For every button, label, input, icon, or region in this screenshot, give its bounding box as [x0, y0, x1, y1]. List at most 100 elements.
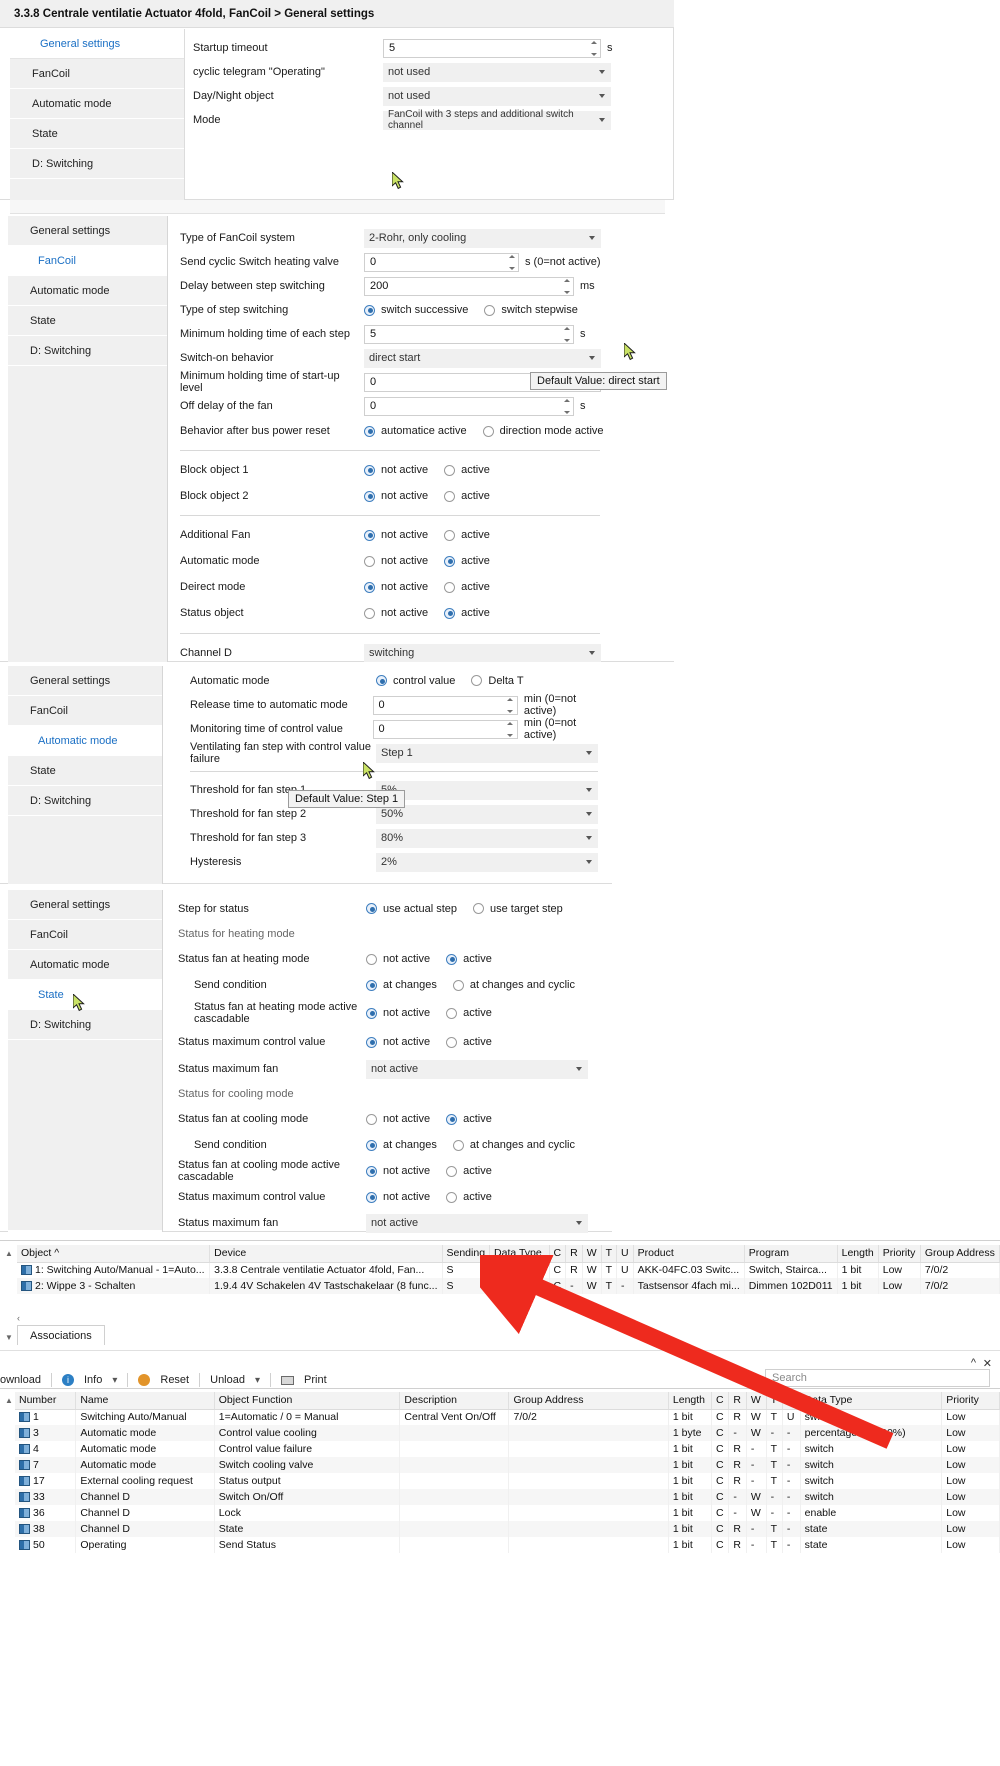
table-row[interactable]: 33 Channel D Switch On/Off 1 bit C - W -… [15, 1489, 1000, 1505]
radio-switch-successive[interactable] [364, 305, 375, 316]
radio-status-object-active[interactable] [444, 608, 455, 619]
tab-associations[interactable]: Associations [17, 1325, 105, 1345]
sidebar-item-state[interactable]: State [10, 119, 184, 149]
sidebar-item-state[interactable]: State [8, 306, 167, 336]
sidebar-item-general-settings[interactable]: General settings [10, 29, 184, 59]
radio-delta-t[interactable] [471, 675, 482, 686]
sidebar-item-general-settings[interactable]: General settings [8, 666, 162, 696]
radio-use-target-step[interactable] [473, 903, 484, 914]
combo-ventilating-fan-step-failure[interactable]: Step 1 [376, 744, 598, 763]
sidebar-item-fancoil[interactable]: FanCoil [10, 59, 184, 89]
spinner-arrows-icon[interactable] [589, 41, 598, 56]
obj-col-object-function[interactable]: Object Function [214, 1392, 400, 1409]
radio-at-changes[interactable] [366, 980, 377, 991]
radio-switch-stepwise[interactable] [484, 305, 495, 316]
sidebar-item-general-settings[interactable]: General settings [8, 890, 162, 920]
radio-additional-fan-not-active[interactable] [364, 530, 375, 541]
radio-smcvc-not-active[interactable] [366, 1192, 377, 1203]
radio-block1-active[interactable] [444, 465, 455, 476]
radio-use-actual-step[interactable] [366, 903, 377, 914]
sidebar-item-automatic-mode[interactable]: Automatic mode [8, 276, 167, 306]
radio-sfcmc-not-active[interactable] [366, 1166, 377, 1177]
assoc-scroll-up-button[interactable]: ▲ [3, 1245, 15, 1261]
spinner-arrows-icon[interactable] [506, 698, 515, 713]
sidebar-item-fancoil[interactable]: FanCoil [8, 246, 167, 276]
combo-threshold-fan-step-2[interactable]: 50% [376, 805, 598, 824]
obj-col-number[interactable]: Number [15, 1392, 76, 1409]
sidebar-item-general-settings[interactable]: General settings [8, 216, 167, 246]
radio-block2-active[interactable] [444, 491, 455, 502]
combo-status-maximum-fan-heating[interactable]: not active [366, 1060, 588, 1079]
radio-deirect-mode-active[interactable] [444, 582, 455, 593]
sidebar-item-d-switching[interactable]: D: Switching [8, 1010, 162, 1040]
assoc-hscroll-left-icon[interactable]: ‹ [17, 1313, 20, 1323]
combo-threshold-fan-step-3[interactable]: 80% [376, 829, 598, 848]
radio-sfhmc-not-active[interactable] [366, 1008, 377, 1019]
sidebar-item-state[interactable]: State [8, 756, 162, 786]
radio-automatic-mode-active[interactable] [444, 556, 455, 567]
radio-block2-not-active[interactable] [364, 491, 375, 502]
radio-block1-not-active[interactable] [364, 465, 375, 476]
combo-threshold-fan-step-1[interactable]: 5% [376, 781, 598, 800]
combo-cyclic-telegram[interactable]: not used [383, 63, 611, 82]
input-startup-timeout[interactable]: 5 [383, 39, 601, 58]
radio-direction-mode-active[interactable] [483, 426, 494, 437]
combo-day-night-object[interactable]: not used [383, 87, 611, 106]
sidebar-item-fancoil[interactable]: FanCoil [8, 696, 162, 726]
radio-deirect-mode-not-active[interactable] [364, 582, 375, 593]
radio-sfhm-not-active[interactable] [366, 954, 377, 965]
assoc-col-group-address[interactable]: Group Address [920, 1245, 999, 1262]
sidebar-item-d-switching[interactable]: D: Switching [8, 786, 162, 816]
spinner-arrows-icon[interactable] [506, 722, 515, 737]
radio-automatic-mode-not-active[interactable] [364, 556, 375, 567]
radio-at-changes-and-cyclic[interactable] [453, 980, 464, 991]
radio-sfcm-not-active[interactable] [366, 1114, 377, 1125]
input-monitoring-time-of-control-value[interactable]: 0 [373, 720, 518, 739]
radio-sfcmc-active[interactable] [446, 1166, 457, 1177]
sidebar-item-automatic-mode[interactable]: Automatic mode [10, 89, 184, 119]
obj-col-priority[interactable]: Priority [942, 1392, 1000, 1409]
spinner-arrows-icon[interactable] [507, 255, 516, 270]
radio-smcvh-not-active[interactable] [366, 1037, 377, 1048]
radio-status-object-not-active[interactable] [364, 608, 375, 619]
reset-button[interactable]: Reset [160, 1374, 189, 1386]
sidebar-item-automatic-mode[interactable]: Automatic mode [8, 726, 162, 756]
radio-sfhm-active[interactable] [446, 954, 457, 965]
combo-status-maximum-fan-cooling[interactable]: not active [366, 1214, 588, 1233]
spinner-arrows-icon[interactable] [562, 279, 571, 294]
table-row[interactable]: 50 Operating Send Status 1 bit C R - T -… [15, 1537, 1000, 1553]
combo-channel-d[interactable]: switching [364, 644, 601, 663]
assoc-col-device[interactable]: Device [210, 1245, 442, 1262]
table-row[interactable]: 36 Channel D Lock 1 bit C - W - - enable… [15, 1505, 1000, 1521]
combo-type-of-fancoil-system[interactable]: 2-Rohr, only cooling [364, 229, 601, 248]
radio-cooling-at-changes[interactable] [366, 1140, 377, 1151]
sidebar-item-fancoil[interactable]: FanCoil [8, 920, 162, 950]
radio-additional-fan-active[interactable] [444, 530, 455, 541]
sidebar-item-automatic-mode[interactable]: Automatic mode [8, 950, 162, 980]
obj-col-name[interactable]: Name [76, 1392, 214, 1409]
table-row[interactable]: 7 Automatic mode Switch cooling valve 1 … [15, 1457, 1000, 1473]
spinner-arrows-icon[interactable] [562, 399, 571, 414]
radio-control-value[interactable] [376, 675, 387, 686]
print-button[interactable]: Print [304, 1374, 327, 1386]
radio-cooling-at-changes-and-cyclic[interactable] [453, 1140, 464, 1151]
input-send-cyclic-switch-heating-valve[interactable]: 0 [364, 253, 519, 272]
info-button[interactable]: Info [84, 1374, 102, 1386]
combo-mode[interactable]: FanCoil with 3 steps and additional swit… [383, 111, 611, 130]
sidebar-item-d-switching[interactable]: D: Switching [8, 336, 167, 366]
radio-smcvc-active[interactable] [446, 1192, 457, 1203]
input-minimum-holding-time-each-step[interactable]: 5 [364, 325, 574, 344]
download-button[interactable]: ownload [0, 1374, 41, 1386]
assoc-scroll-down-button[interactable]: ▼ [3, 1329, 15, 1345]
radio-sfcm-active[interactable] [446, 1114, 457, 1125]
chevron-down-icon[interactable]: ▾ [255, 1375, 260, 1386]
combo-hysteresis[interactable]: 2% [376, 853, 598, 872]
assoc-col-object[interactable]: Object ^ [17, 1245, 210, 1262]
input-delay-between-step-switching[interactable]: 200 [364, 277, 574, 296]
table-row[interactable]: 38 Channel D State 1 bit C R - T - state… [15, 1521, 1000, 1537]
collapse-chevron-icon[interactable]: ^ [971, 1357, 976, 1369]
input-release-time-to-automatic-mode[interactable]: 0 [373, 696, 518, 715]
radio-smcvh-active[interactable] [446, 1037, 457, 1048]
chevron-down-icon[interactable]: ▾ [112, 1375, 117, 1386]
objects-scroll-up-button[interactable]: ▲ [3, 1393, 15, 1407]
